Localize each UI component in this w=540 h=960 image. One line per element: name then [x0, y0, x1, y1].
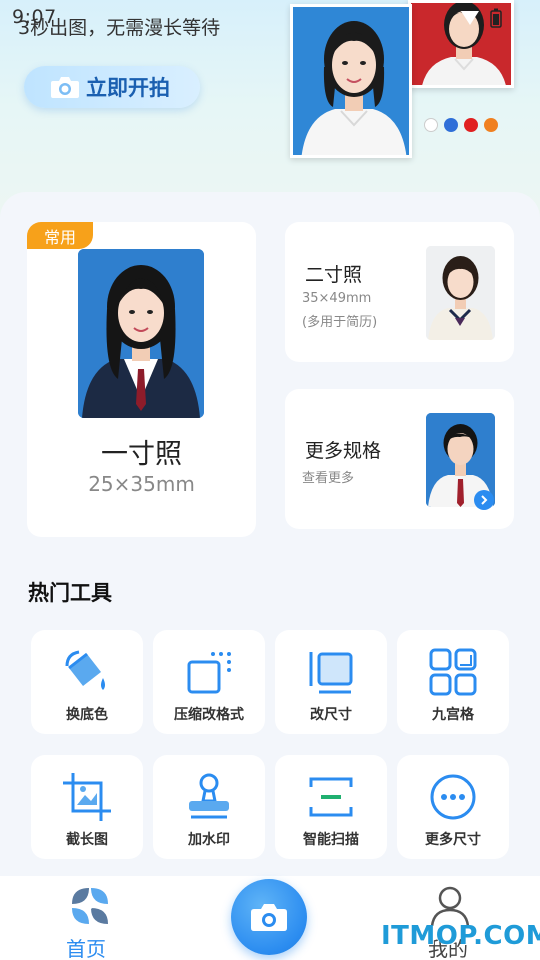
two-inch-note: (多用于简历) [302, 315, 378, 330]
camera-icon [251, 904, 287, 931]
status-icons [442, 8, 502, 28]
two-inch-sample-photo [426, 246, 495, 340]
home-clover-icon[interactable] [68, 884, 112, 928]
more-specs-note: 查看更多 [302, 471, 355, 486]
tool-add-watermark[interactable]: 加水印 [153, 755, 265, 859]
more-arrow-icon[interactable] [474, 490, 494, 510]
shoot-now-label: 立即开拍 [86, 76, 170, 100]
shoot-now-button[interactable]: 立即开拍 [24, 66, 200, 108]
tool-compress-format[interactable]: 压缩改格式 [153, 630, 265, 734]
more-icon [430, 774, 476, 820]
tool-label: 压缩改格式 [174, 707, 244, 723]
nav-camera-button[interactable] [231, 879, 307, 955]
tool-long-screenshot[interactable]: 截长图 [31, 755, 143, 859]
swatch-white [424, 118, 438, 132]
tool-label: 加水印 [188, 832, 230, 848]
one-inch-title: 一寸照 [101, 439, 182, 470]
tool-nine-grid[interactable]: 九宫格 [397, 630, 509, 734]
battery-icon [490, 8, 502, 28]
background-color-swatches [424, 118, 498, 132]
scan-icon [309, 777, 353, 817]
one-inch-sample-photo [78, 249, 204, 418]
hero-tagline: 3秒出图，无需漫长等待 [18, 17, 221, 39]
nav-home-label[interactable]: 首页 [66, 933, 106, 960]
swatch-orange [484, 118, 498, 132]
compress-icon [187, 652, 231, 694]
grid-icon [429, 648, 477, 696]
tool-label: 更多尺寸 [425, 832, 481, 848]
site-watermark: ITMOP.COM [381, 921, 540, 951]
tool-change-background[interactable]: 换底色 [31, 630, 143, 734]
resize-icon [309, 652, 353, 694]
one-inch-size: 25×35mm [88, 472, 195, 496]
tool-label: 九宫格 [432, 707, 474, 723]
swatch-red [464, 118, 478, 132]
more-specs-title: 更多规格 [305, 440, 382, 462]
two-inch-size: 35×49mm [302, 291, 372, 306]
sample-photo-blue [290, 4, 412, 158]
camera-icon [51, 77, 79, 98]
common-badge: 常用 [27, 222, 93, 249]
stamp-icon [189, 773, 229, 819]
tool-label: 换底色 [66, 707, 108, 723]
tool-resize[interactable]: 改尺寸 [275, 630, 387, 734]
paint-bucket-icon [65, 650, 105, 690]
signal-icon [461, 11, 479, 25]
tool-more-sizes[interactable]: 更多尺寸 [397, 755, 509, 859]
tool-label: 智能扫描 [303, 832, 359, 848]
tool-label: 改尺寸 [310, 707, 352, 723]
tool-smart-scan[interactable]: 智能扫描 [275, 755, 387, 859]
tool-label: 截长图 [66, 832, 108, 848]
swatch-blue [444, 118, 458, 132]
two-inch-title: 二寸照 [305, 264, 363, 286]
crop-icon [63, 773, 111, 821]
hot-tools-title: 热门工具 [28, 581, 112, 605]
